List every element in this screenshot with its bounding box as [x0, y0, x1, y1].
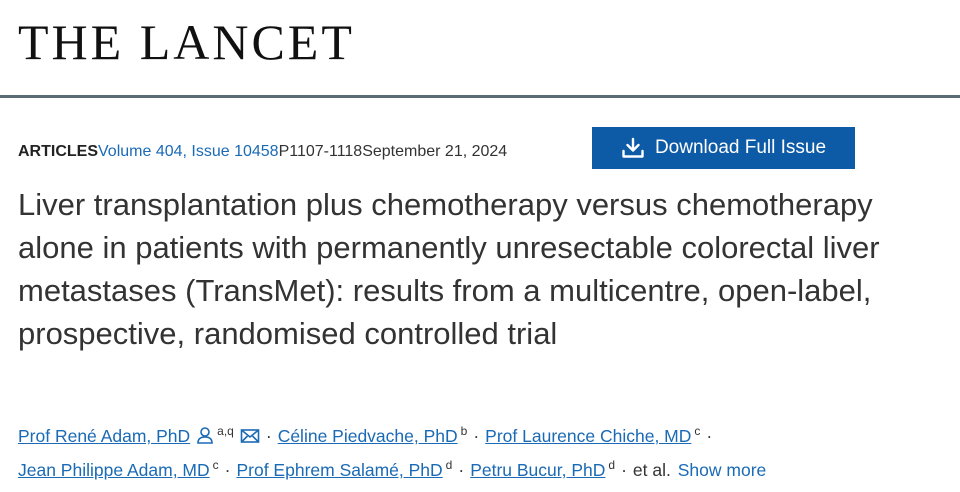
- masthead-divider: [0, 95, 960, 98]
- author-separator: ·: [621, 460, 627, 480]
- journal-logo[interactable]: THE LANCET: [18, 12, 355, 72]
- author-affiliation: b: [460, 424, 468, 439]
- author-link[interactable]: Petru Bucur, PhD: [470, 460, 605, 480]
- author-affiliation: a,q: [217, 424, 234, 439]
- show-more-link[interactable]: Show more: [678, 460, 767, 480]
- article-title: Liver transplantation plus chemotherapy …: [18, 187, 880, 351]
- et-al: et al.: [632, 460, 671, 480]
- author-link[interactable]: Prof Ephrem Salamé, PhD: [236, 460, 442, 480]
- author-link[interactable]: Prof René Adam, PhD: [18, 426, 190, 446]
- email-icon[interactable]: [240, 428, 260, 444]
- author-separator: ·: [706, 426, 713, 446]
- article-meta: ARTICLESVolume 404, Issue 10458P1107-111…: [18, 141, 507, 163]
- author-separator: ·: [473, 426, 480, 446]
- article-date: September 21, 2024: [362, 143, 508, 160]
- article-pages: P1107-1118: [278, 143, 363, 160]
- download-full-issue-button[interactable]: Download Full Issue: [592, 127, 855, 169]
- person-icon[interactable]: [196, 426, 214, 444]
- author-affiliation: d: [445, 458, 453, 473]
- author-link[interactable]: Prof Laurence Chiche, MD: [485, 426, 691, 446]
- download-label: Download Full Issue: [654, 137, 827, 158]
- author-line-1: Prof René Adam, PhD a,q · Céline Piedvache,…: [18, 419, 948, 453]
- author-list: Prof René Adam, PhD a,q · Céline Piedvache,…: [18, 419, 948, 487]
- article-type: ARTICLES: [18, 143, 98, 160]
- masthead: THE LANCET: [0, 0, 960, 98]
- download-icon: [621, 137, 645, 159]
- author-separator: ·: [224, 460, 231, 480]
- author-affiliation: c: [694, 424, 701, 439]
- author-link[interactable]: Jean Philippe Adam, MD: [18, 460, 210, 480]
- author-affiliation: d: [608, 458, 616, 473]
- author-separator: ·: [265, 426, 272, 446]
- author-affiliation: c: [212, 458, 219, 473]
- volume-issue-link[interactable]: Volume 404, Issue 10458: [98, 143, 279, 160]
- author-separator: ·: [458, 460, 465, 480]
- author-line-2: Jean Philippe Adam, MD c · Prof Ephrem Sala…: [18, 453, 948, 487]
- author-link[interactable]: Céline Piedvache, PhD: [278, 426, 458, 446]
